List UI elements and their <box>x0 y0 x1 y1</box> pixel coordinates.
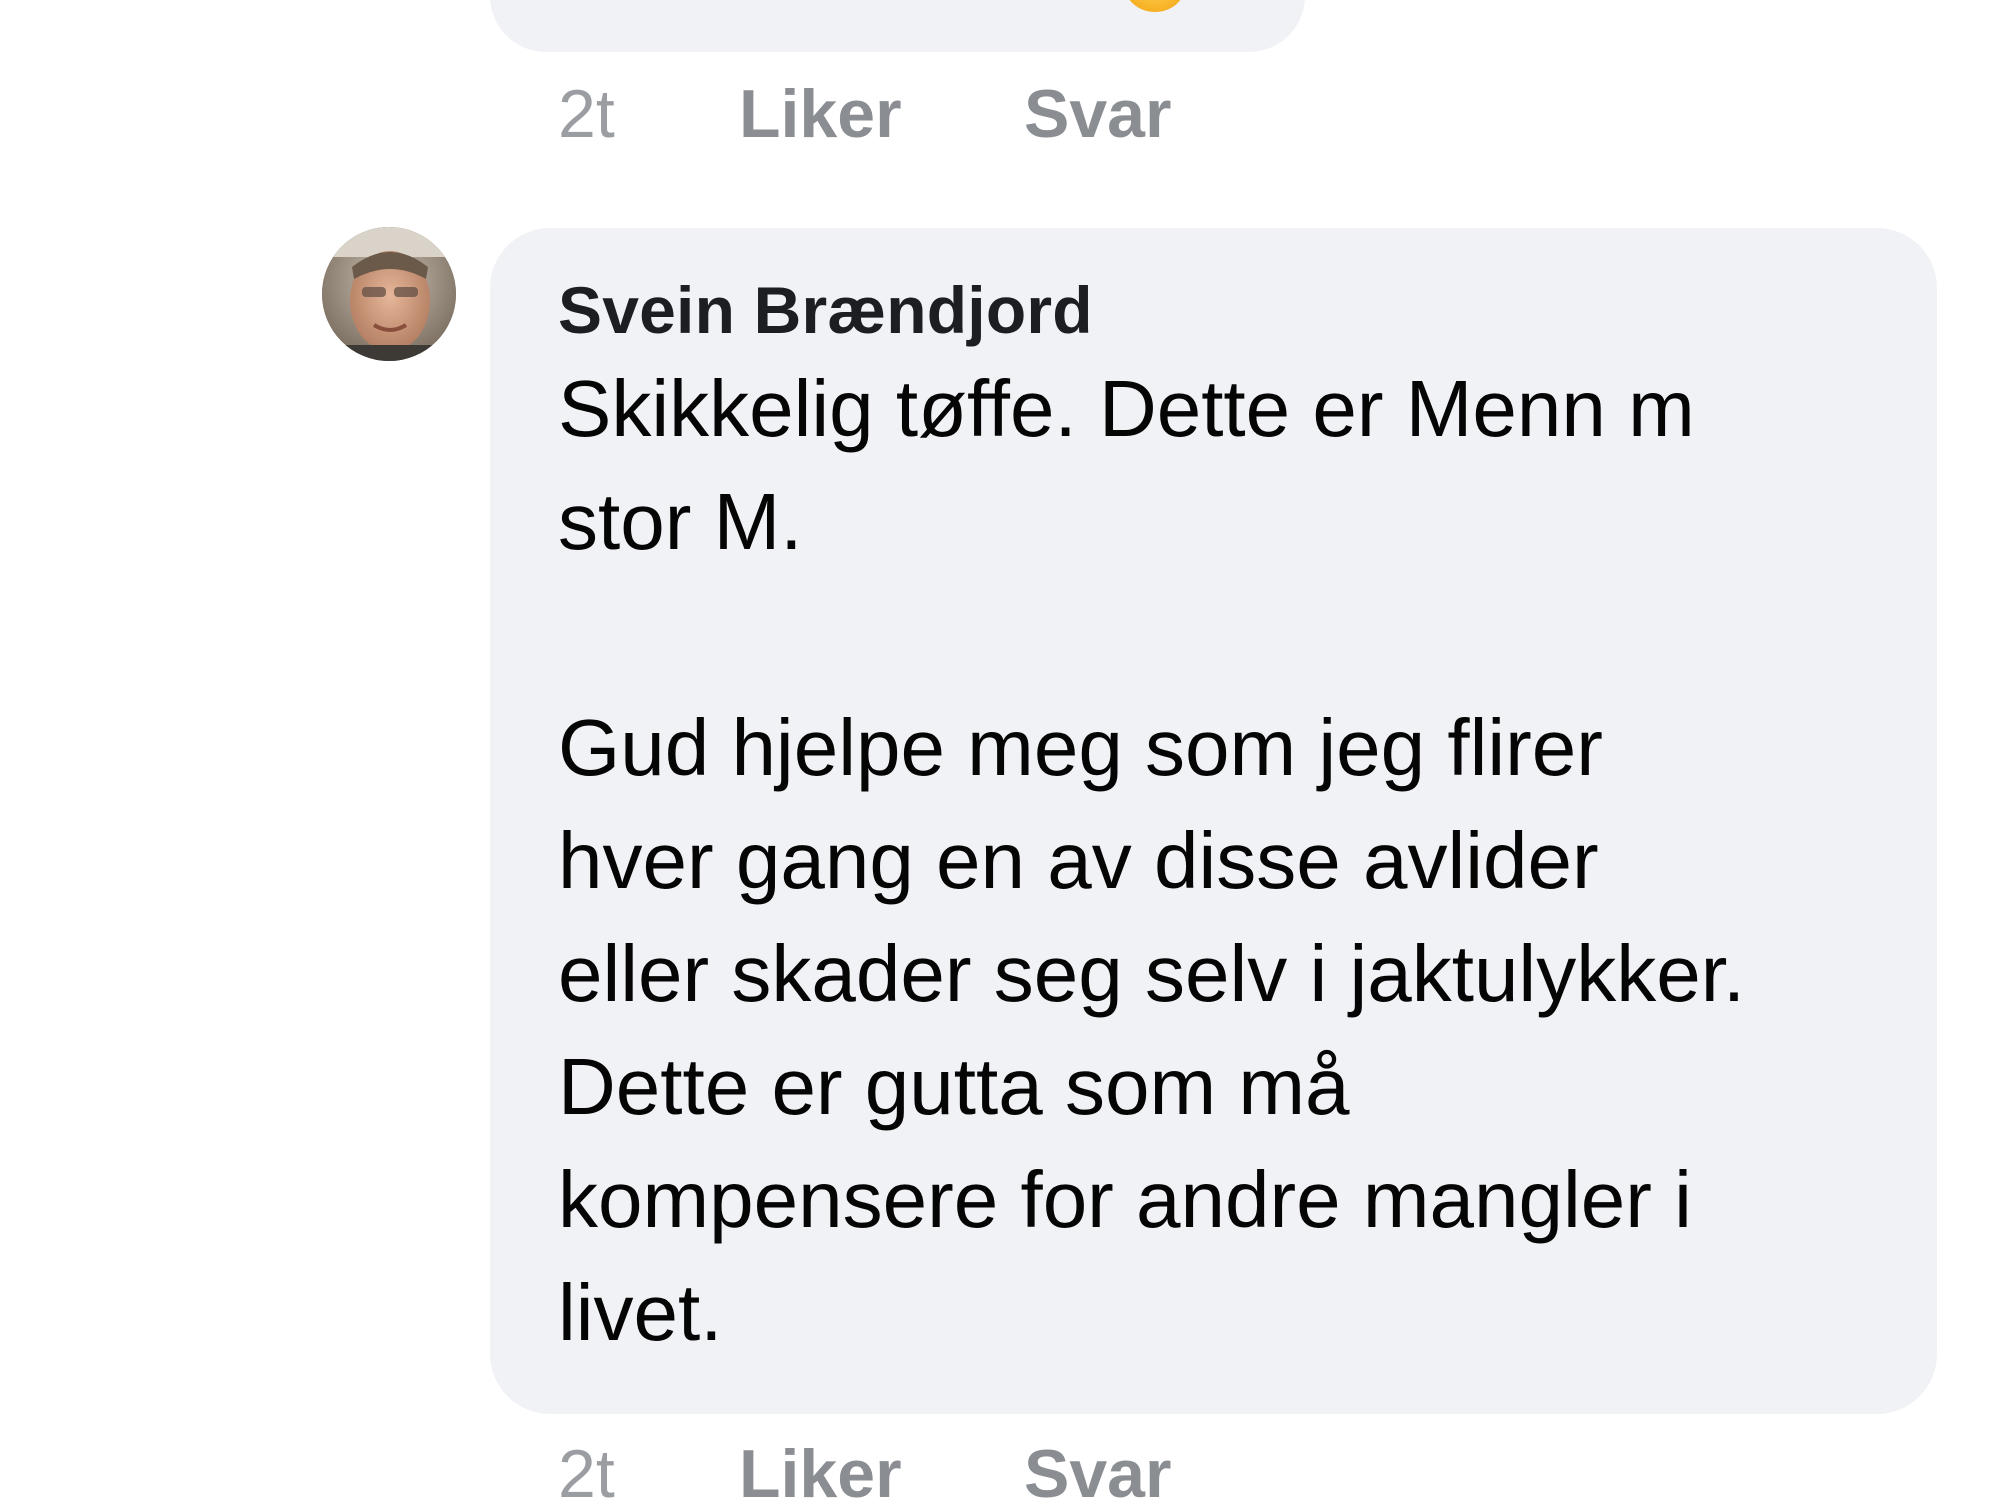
avatar-photo <box>322 227 456 361</box>
like-button[interactable]: Liker <box>739 80 1024 148</box>
comment-actions: 2t Liker Svar <box>558 1440 1171 1508</box>
comment-line: hver gang en av disse avlider <box>558 816 1599 905</box>
comment-line: livet. <box>558 1268 723 1357</box>
previous-comment-actions: 2t Liker Svar <box>558 80 1171 148</box>
comment-timestamp[interactable]: 2t <box>558 80 739 148</box>
comment-timestamp[interactable]: 2t <box>558 1440 739 1508</box>
comment-line: kompensere for andre mangler i <box>558 1155 1692 1244</box>
comment-line: Dette er gutta som må <box>558 1042 1350 1131</box>
comment-text: Skikkelig tøffe. Dette er Menn m stor M.… <box>558 352 1897 1369</box>
like-button[interactable]: Liker <box>739 1440 1024 1508</box>
comment-line: Skikkelig tøffe. Dette er Menn m <box>558 364 1695 453</box>
previous-comment-bubble <box>490 0 1305 52</box>
comment-line: stor M. <box>558 477 803 566</box>
avatar[interactable] <box>322 227 456 361</box>
reply-button[interactable]: Svar <box>1024 80 1171 148</box>
comment-bubble: Svein Brændjord Skikkelig tøffe. Dette e… <box>490 228 1937 1414</box>
reply-button[interactable]: Svar <box>1024 1440 1171 1508</box>
comment-line: Gud hjelpe meg som jeg flirer <box>558 703 1603 792</box>
comment-author[interactable]: Svein Brændjord <box>558 270 1897 350</box>
comment-line: eller skader seg selv i jaktulykker. <box>558 929 1746 1018</box>
